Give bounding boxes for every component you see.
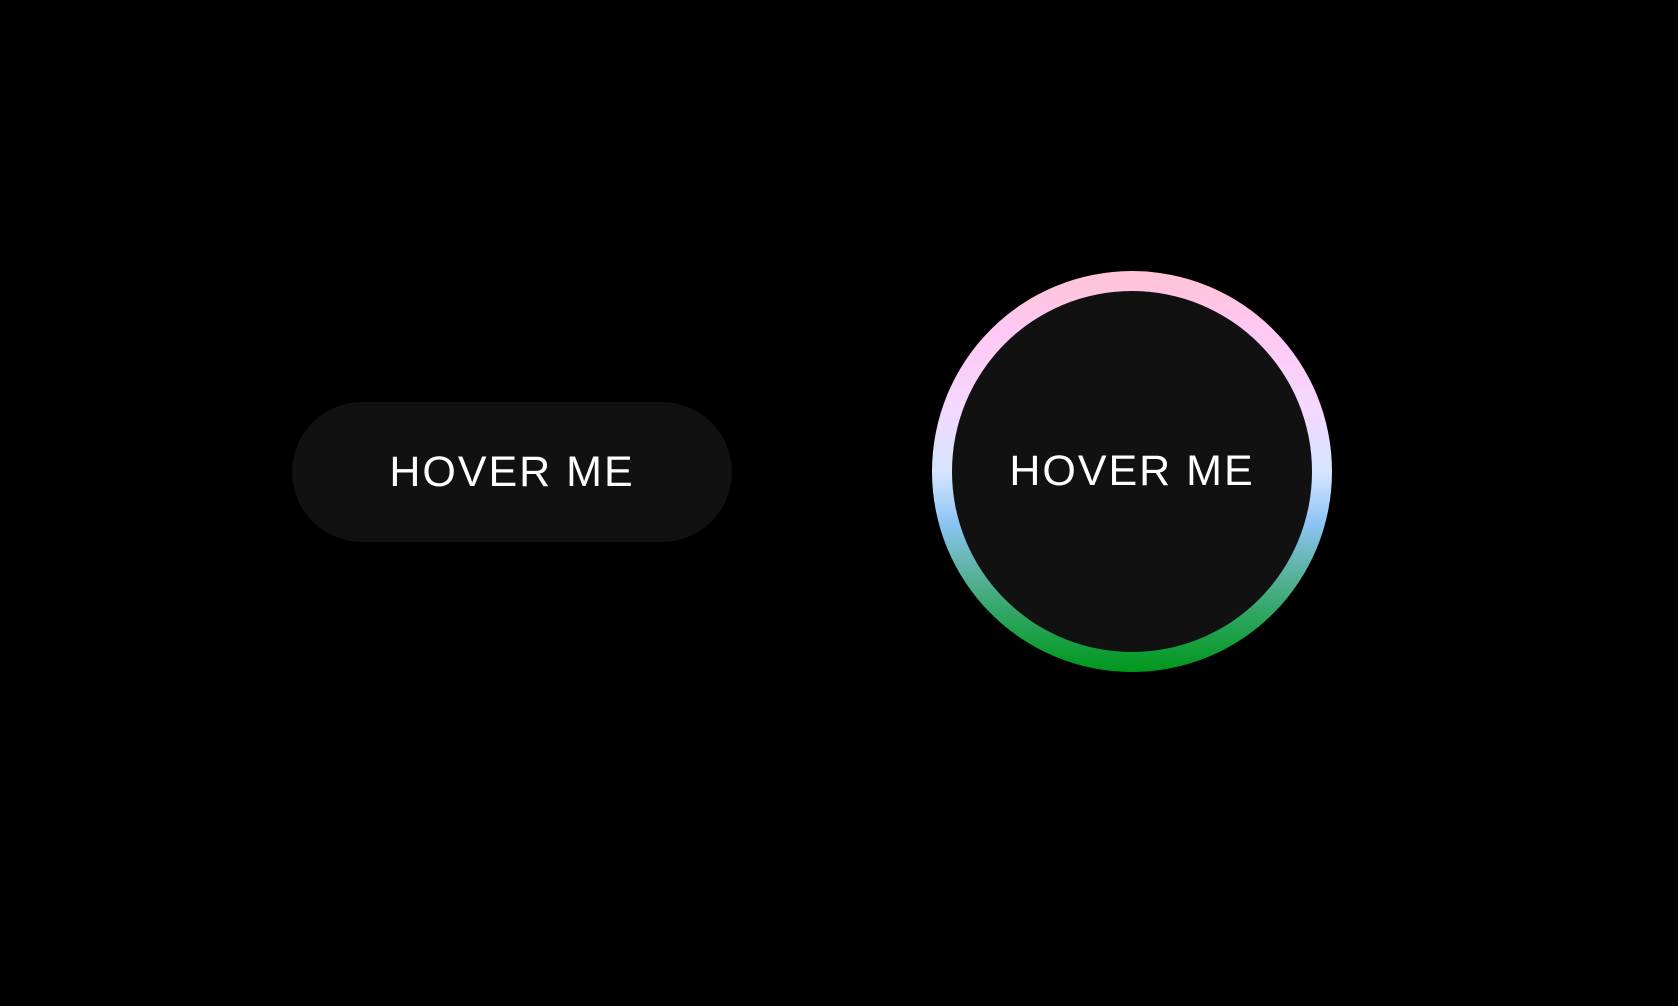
- pill-button-label: HOVER ME: [389, 447, 635, 496]
- canvas: HOVER ME HOVER ME: [0, 0, 1678, 1006]
- hover-me-pill-button[interactable]: HOVER ME: [292, 402, 732, 542]
- hover-me-circle-button[interactable]: HOVER ME: [952, 291, 1312, 652]
- circle-button-label: HOVER ME: [1009, 447, 1255, 495]
